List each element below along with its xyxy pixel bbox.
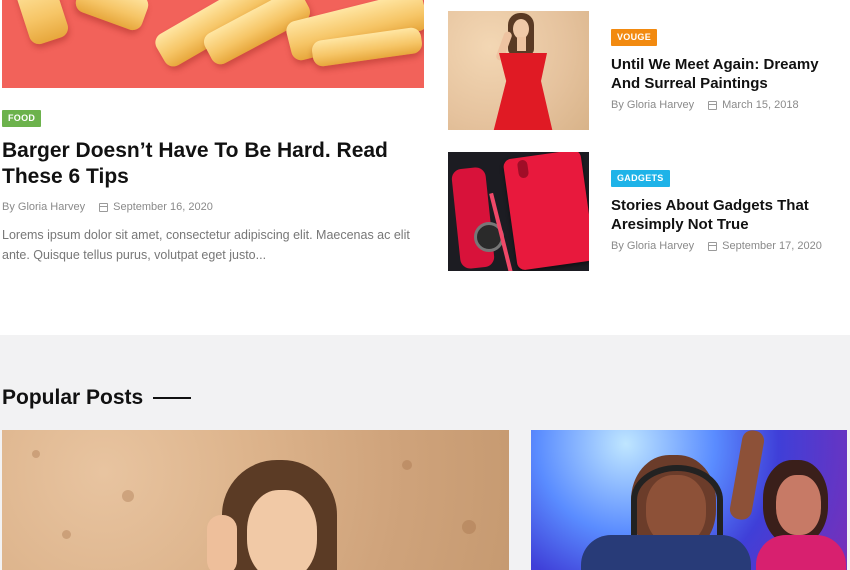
post-title[interactable]: Until We Meet Again: Dreamy And Surreal … xyxy=(611,55,841,93)
post-author[interactable]: By Gloria Harvey xyxy=(611,240,694,252)
category-tag-food[interactable]: FOOD xyxy=(2,110,42,127)
featured-post-image[interactable] xyxy=(2,0,424,88)
heading-divider-line xyxy=(153,397,192,399)
section-heading-text: Popular Posts xyxy=(2,386,144,409)
featured-post-meta: By Gloria Harvey September 16, 2020 xyxy=(2,201,213,213)
popular-post-image[interactable] xyxy=(2,430,509,570)
fry-shape xyxy=(72,0,152,33)
calendar-icon xyxy=(708,241,718,251)
post-date: September 16, 2020 xyxy=(113,201,213,213)
post-thumbnail-gadgets[interactable] xyxy=(448,152,589,271)
category-tag-vouge[interactable]: VOUGE xyxy=(611,29,658,46)
featured-post-excerpt: Lorems ipsum dolor sit amet, consectetur… xyxy=(2,228,410,262)
post-meta: By Gloria Harvey March 15, 2018 xyxy=(611,99,799,111)
calendar-icon xyxy=(99,202,109,212)
popular-post-image[interactable] xyxy=(531,430,847,570)
post-meta: By Gloria Harvey September 17, 2020 xyxy=(611,240,822,252)
post-thumbnail-vouge[interactable] xyxy=(448,11,589,130)
headphones-shape xyxy=(631,465,723,535)
fry-shape xyxy=(13,0,71,47)
post-title[interactable]: Stories About Gadgets That Aresimply Not… xyxy=(611,196,841,234)
section-heading: Popular Posts xyxy=(2,386,192,410)
post-date: March 15, 2018 xyxy=(722,99,799,111)
featured-post-title[interactable]: Barger Doesn’t Have To Be Hard. Read The… xyxy=(2,138,412,190)
post-date: September 17, 2020 xyxy=(722,240,822,252)
category-tag-gadgets[interactable]: GADGETS xyxy=(611,170,670,187)
calendar-icon xyxy=(708,100,718,110)
post-author[interactable]: By Gloria Harvey xyxy=(611,99,694,111)
post-author[interactable]: By Gloria Harvey xyxy=(2,201,85,213)
